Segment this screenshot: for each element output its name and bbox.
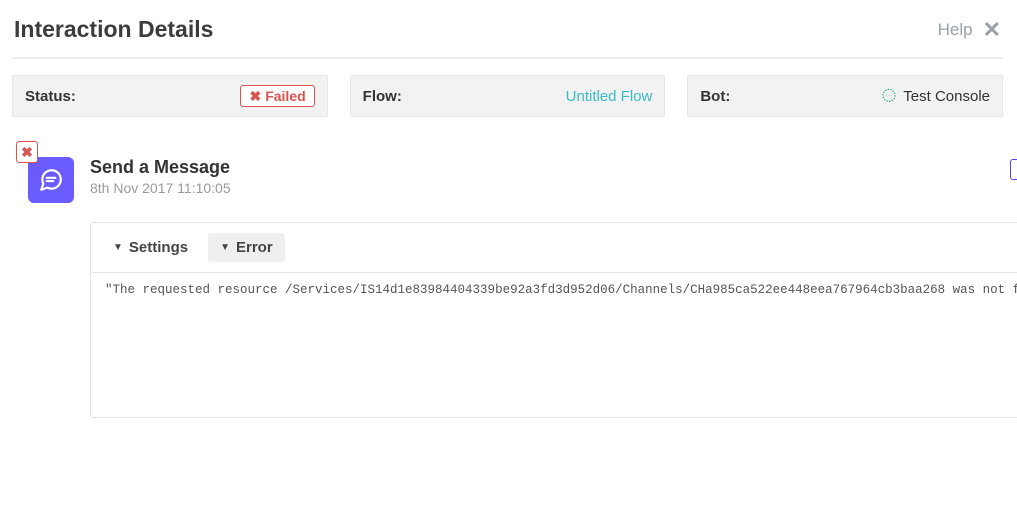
chevron-down-icon: ▼ (113, 242, 123, 253)
step-fail-icon: ✖ (16, 141, 38, 163)
status-box: Status: ✖ Failed (12, 75, 328, 117)
flow-link[interactable]: Untitled Flow (566, 88, 653, 105)
bot-label: Bot: (700, 88, 730, 105)
close-icon[interactable]: ✕ (983, 19, 1001, 41)
action-badge: Action (1010, 159, 1017, 180)
info-row: Status: ✖ Failed Flow: Untitled Flow Bot… (12, 75, 1003, 117)
tab-error-label: Error (236, 239, 273, 256)
flow-box: Flow: Untitled Flow (350, 75, 666, 117)
status-badge: ✖ Failed (240, 85, 314, 107)
bot-box: Bot: Test Console (687, 75, 1003, 117)
x-icon: ✖ (249, 89, 261, 103)
page-title: Interaction Details (14, 16, 213, 43)
status-label: Status: (25, 88, 76, 105)
tab-settings[interactable]: ▼ Settings (101, 233, 200, 262)
detail-panel: ▼ Settings ▼ Error "The requested resour… (90, 222, 1017, 418)
flow-label: Flow: (363, 88, 402, 105)
modal-header: Interaction Details Help ✕ (12, 12, 1003, 53)
tab-settings-label: Settings (129, 239, 188, 256)
step-timestamp: 8th Nov 2017 11:10:05 (90, 180, 231, 196)
help-link[interactable]: Help (938, 20, 973, 40)
step-title: Send a Message (90, 157, 231, 178)
step-block: ✖ Send a Message 8th Nov 2017 11:10:05 A… (12, 157, 1003, 418)
error-body: "The requested resource /Services/IS14d1… (91, 272, 1017, 417)
status-value: Failed (265, 88, 305, 104)
message-icon (28, 157, 74, 203)
divider (12, 57, 1003, 59)
tab-error[interactable]: ▼ Error (208, 233, 285, 262)
chevron-down-icon: ▼ (220, 242, 230, 253)
bot-value: Test Console (903, 88, 990, 105)
chat-icon (881, 88, 897, 104)
tab-bar: ▼ Settings ▼ Error (91, 223, 1017, 272)
bot-value-wrap: Test Console (881, 88, 990, 105)
